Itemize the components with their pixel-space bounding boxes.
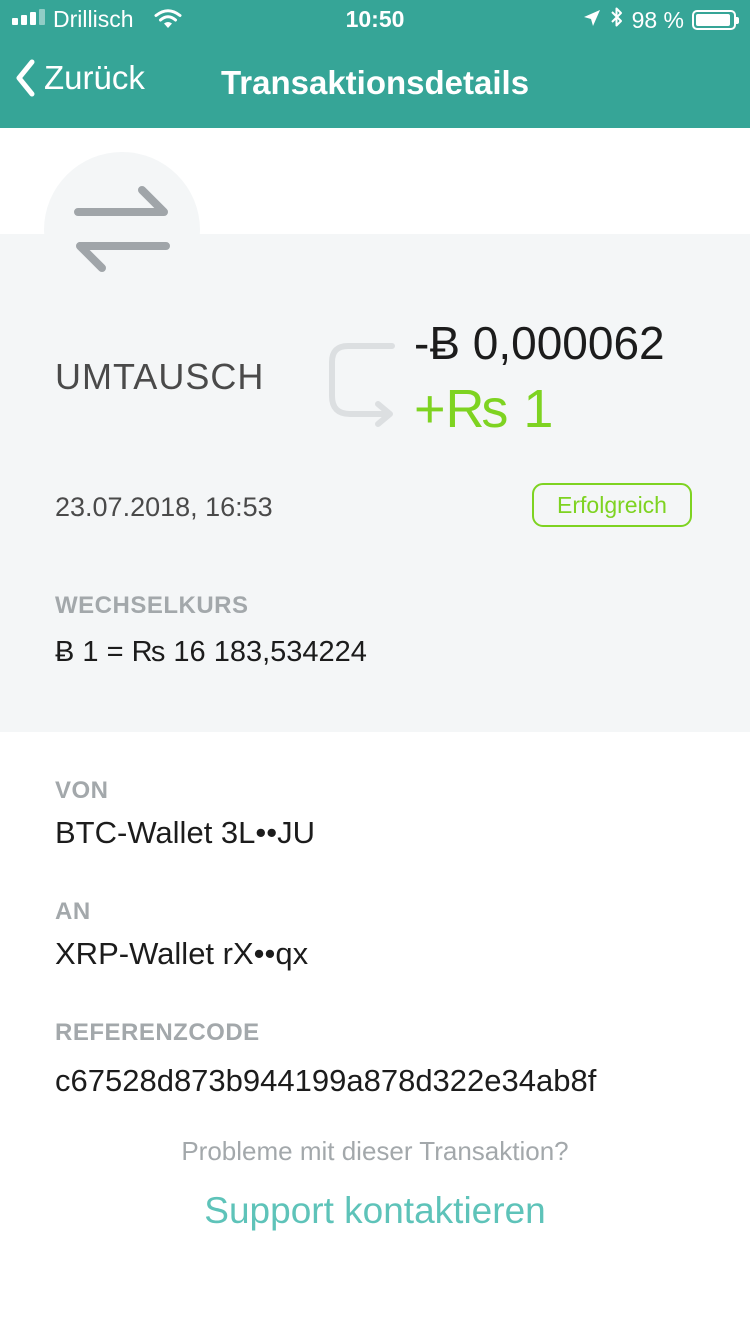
swap-arrows-icon	[74, 186, 170, 272]
to-value: XRP-Wallet rX••qx	[55, 936, 309, 971]
amount-sent: -Ƀ 0,000062	[414, 317, 665, 369]
battery-percentage: 98 %	[631, 6, 684, 33]
exchange-rate-value: Ƀ 1 = ₨ 16 183,534224	[55, 636, 367, 668]
transaction-type: UMTAUSCH	[55, 356, 265, 397]
page-title: Transaktionsdetails	[220, 64, 530, 101]
from-value: BTC-Wallet 3L••JU	[55, 815, 315, 850]
exchange-flow-icon	[329, 343, 395, 427]
location-icon	[582, 7, 602, 34]
exchange-rate-label: WECHSELKURS	[55, 592, 249, 619]
to-label: AN	[55, 898, 91, 925]
bluetooth-icon	[610, 6, 624, 34]
amount-received: +₨ 1	[414, 379, 554, 439]
from-label: VON	[55, 777, 109, 804]
status-bar: Drillisch 10:50 98 %	[0, 0, 750, 40]
help-text: Probleme mit dieser Transaktion?	[181, 1136, 569, 1166]
reference-label: REFERENZCODE	[55, 1019, 260, 1046]
battery-icon	[692, 10, 739, 30]
reference-value: c67528d873b944199a878d322e34ab8f	[55, 1063, 597, 1098]
contact-support-link[interactable]: Support kontaktieren	[0, 1190, 750, 1232]
transaction-date: 23.07.2018, 16:53	[55, 492, 273, 522]
status-badge: Erfolgreich	[532, 483, 692, 527]
navigation-header: Drillisch 10:50 98 % Zurück Transaktions…	[0, 0, 750, 128]
